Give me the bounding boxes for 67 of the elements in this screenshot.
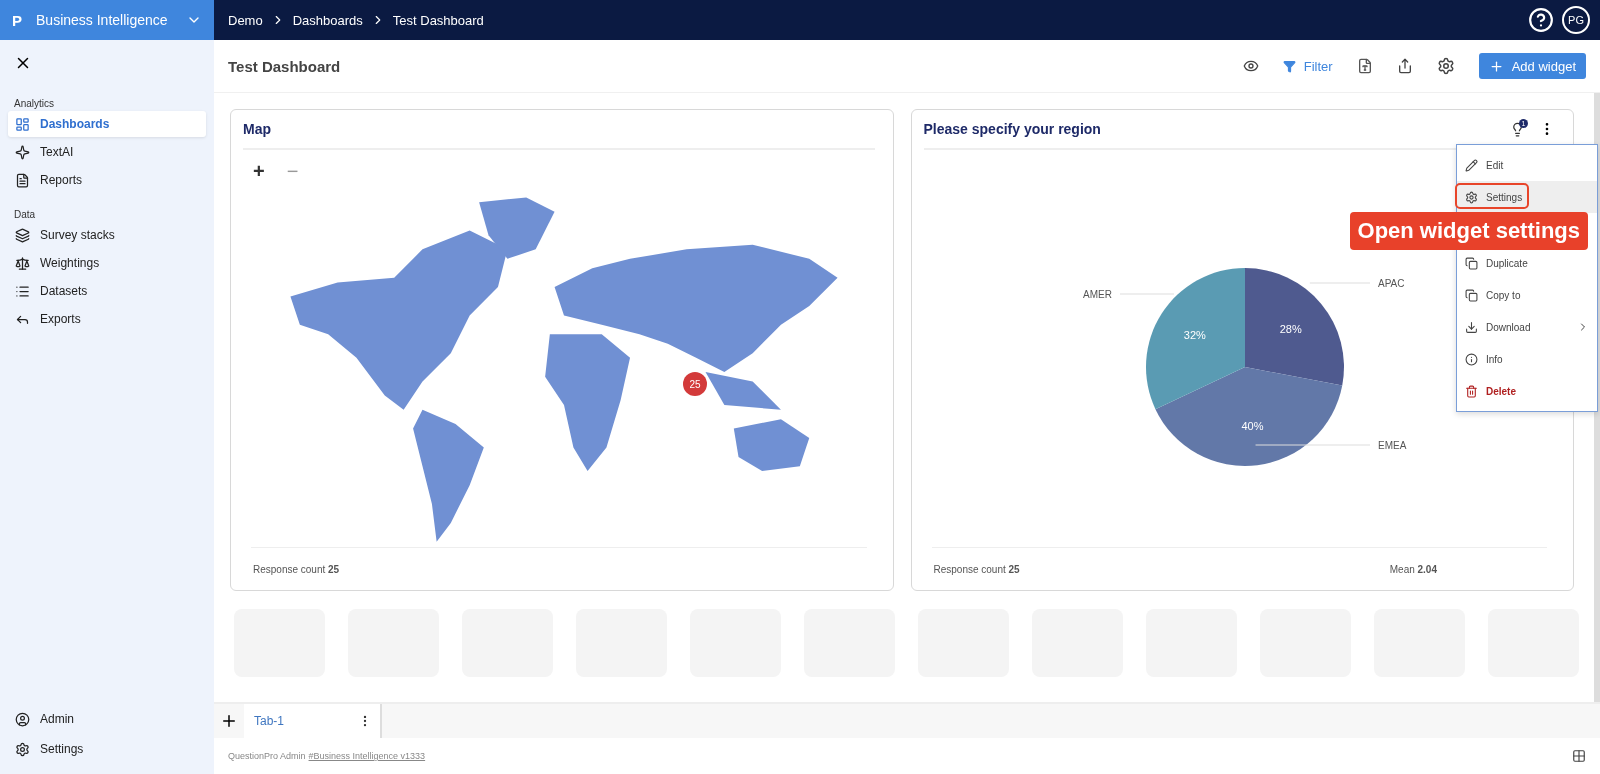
data-label: 40% (1240, 419, 1263, 432)
user-icon (15, 711, 30, 727)
pencil-icon (1465, 158, 1478, 172)
settings-icon (1465, 190, 1478, 204)
breadcrumb[interactable]: Demo (228, 12, 263, 28)
copy-icon (1465, 288, 1478, 302)
pdf-icon[interactable] (1356, 58, 1373, 74)
footer-stat: Response count 25 (933, 563, 1020, 575)
info-icon (1465, 352, 1478, 366)
widget-title: Map (243, 121, 272, 137)
cluster-marker[interactable]: 25 (683, 372, 707, 396)
breadcrumb[interactable]: Dashboards (292, 12, 363, 28)
sidebar-item[interactable]: Exports (8, 306, 206, 332)
page-title: Test Dashboard (228, 57, 342, 75)
settings-icon (15, 741, 30, 757)
category-label: APAC (1377, 278, 1404, 289)
widget-title: Please specify your region (923, 121, 1102, 137)
sidebar-item[interactable]: Settings (8, 736, 206, 762)
menu-item[interactable]: Edit (1457, 149, 1597, 181)
sidebar-item[interactable]: Survey stacks (8, 222, 206, 248)
sidebar-item[interactable]: Admin (8, 706, 206, 732)
plus-icon (1488, 58, 1504, 74)
section-title: Data (13, 209, 37, 220)
list-icon (15, 283, 30, 299)
filter-icon (1282, 59, 1296, 73)
dashboard-icon (15, 116, 30, 132)
share-icon[interactable] (1396, 58, 1413, 74)
data-label: 32% (1183, 329, 1206, 342)
sidebar-item[interactable]: Dashboards (8, 111, 206, 137)
plus-icon (220, 712, 238, 730)
scale-icon (15, 255, 30, 271)
menu-item[interactable]: Delete (1457, 375, 1597, 407)
download-icon (1465, 320, 1478, 334)
copy-icon (1465, 256, 1478, 270)
menu-item[interactable]: Settings (1457, 181, 1597, 213)
footer-stat: Response count 25 (253, 563, 340, 575)
help-icon[interactable] (1528, 7, 1554, 33)
breadcrumb[interactable]: Test Dashboard (392, 12, 484, 28)
version-link[interactable]: #Business Intelligence v1333 (308, 751, 426, 761)
data-label: 28% (1279, 323, 1302, 336)
sidebar-item[interactable]: Weightings (8, 250, 206, 276)
footer-stat: Mean 2.04 (1389, 563, 1437, 575)
grid-icon[interactable] (1572, 749, 1586, 763)
filter-button[interactable]: Filter (1282, 58, 1333, 74)
category-label: EMEA (1377, 440, 1406, 451)
callout-tooltip: Open widget settings (1349, 212, 1588, 250)
user-avatar[interactable]: PG (1562, 6, 1590, 34)
sidebar-item[interactable]: Datasets (8, 278, 206, 304)
menu-item[interactable]: Info (1457, 343, 1597, 375)
menu-item[interactable]: Download (1457, 311, 1597, 343)
menu-item[interactable]: Copy to (1457, 279, 1597, 311)
eye-icon[interactable] (1242, 58, 1259, 74)
zoom-in-button[interactable]: + (253, 160, 265, 183)
sparkle-icon (15, 144, 30, 160)
app-switcher[interactable]: P Business Intelligence (0, 0, 214, 40)
report-icon (15, 172, 30, 188)
add-widget-button[interactable]: Add widget (1478, 53, 1586, 79)
sidebar-item[interactable]: TextAI (8, 139, 206, 165)
section-title: Analytics (13, 98, 55, 109)
settings-icon[interactable] (1436, 57, 1455, 75)
category-label: AMER (1082, 289, 1112, 300)
footer-text: QuestionPro Admin #Business Intelligence v1333 (228, 751, 426, 761)
tab[interactable]: Tab-1 (244, 704, 382, 738)
trash-icon (1465, 384, 1478, 398)
stacks-icon (15, 227, 30, 243)
sidebar-item[interactable]: Reports (8, 167, 206, 193)
logo: P (12, 11, 22, 29)
